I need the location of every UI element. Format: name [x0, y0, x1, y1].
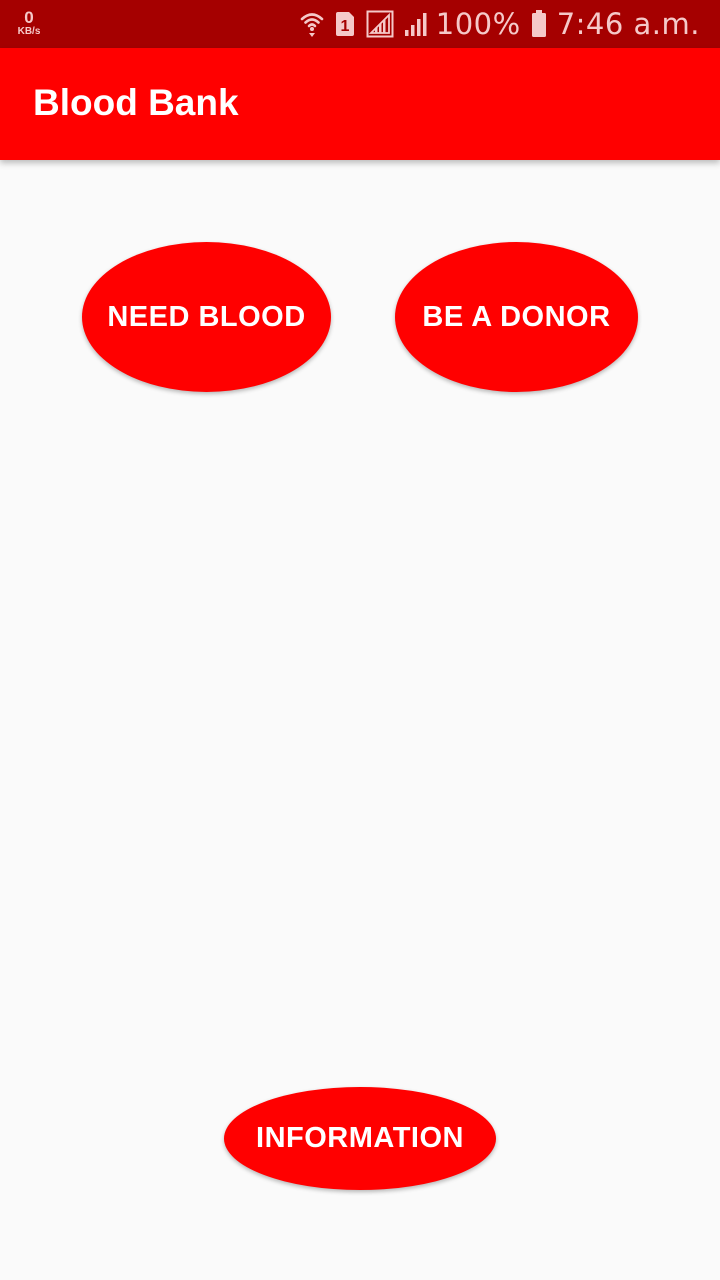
signal-icon	[404, 11, 430, 37]
network-speed-indicator: 0 KB/s	[14, 9, 44, 37]
sim-label: 1	[340, 18, 349, 35]
battery-percent: 100%	[435, 7, 521, 41]
information-button[interactable]: INFORMATION	[224, 1087, 496, 1190]
sim-icon: 1	[334, 11, 356, 37]
signal-outline-icon	[366, 10, 394, 38]
wifi-icon	[300, 11, 324, 37]
page-title: Blood Bank	[33, 82, 239, 123]
status-time: 7:46 a.m.	[556, 7, 700, 41]
be-a-donor-button[interactable]: BE A DONOR	[395, 242, 638, 392]
network-speed-unit: KB/s	[17, 26, 41, 37]
network-speed-value: 0	[24, 8, 34, 27]
need-blood-button[interactable]: NEED BLOOD	[82, 242, 331, 392]
status-bar: 0 KB/s 1 100% 7:46 a.m.	[0, 0, 720, 48]
status-icons: 1 100% 7:46 a.m.	[300, 0, 700, 48]
app-bar: Blood Bank	[0, 48, 720, 160]
battery-icon	[531, 10, 547, 38]
